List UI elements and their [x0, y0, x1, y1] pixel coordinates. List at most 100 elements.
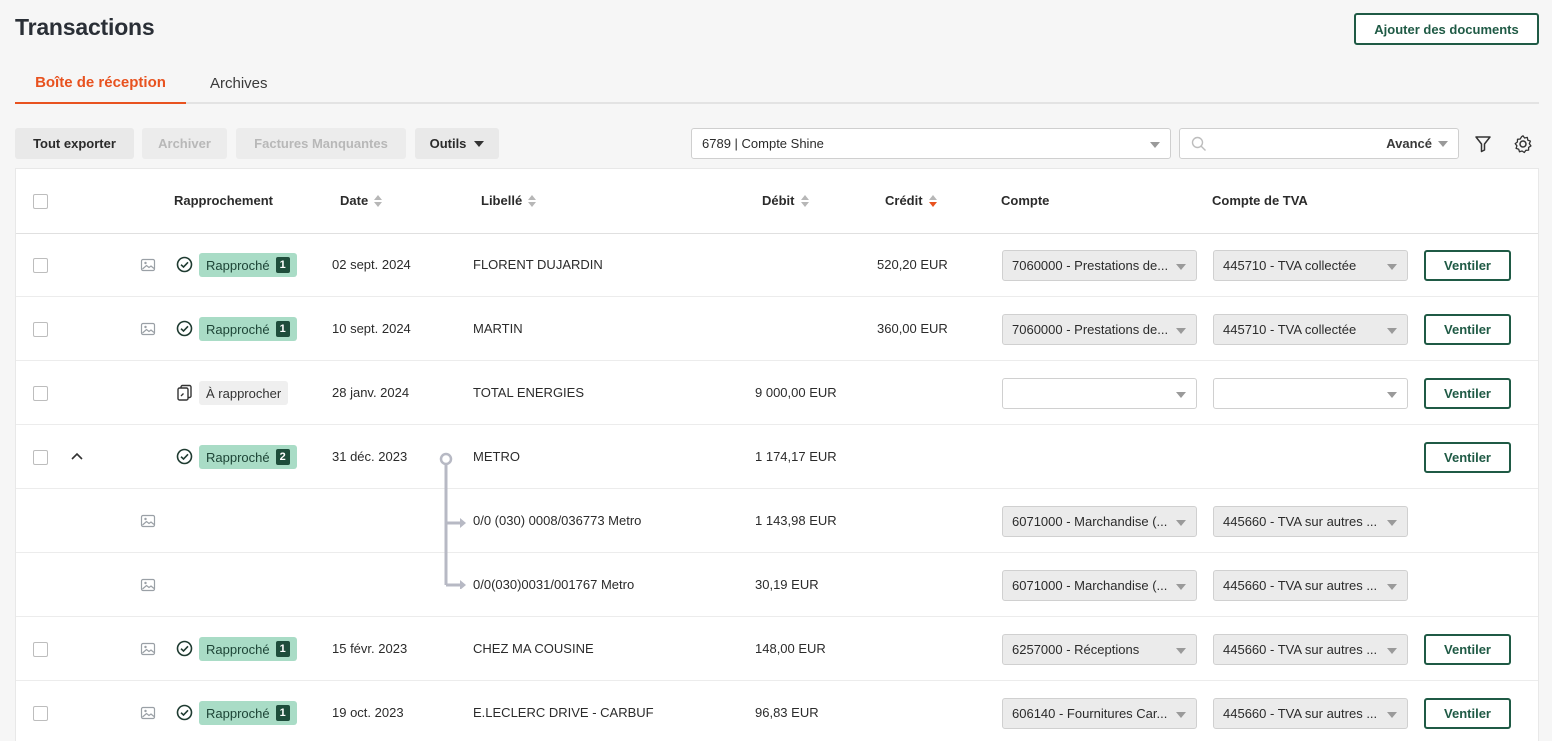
- image-icon[interactable]: [140, 321, 156, 337]
- account-value: 6257000 - Réceptions: [1012, 642, 1140, 657]
- date-cell: 02 sept. 2024: [332, 257, 411, 272]
- chevron-down-icon: [1176, 584, 1186, 590]
- status-badge[interactable]: À rapprocher: [199, 381, 289, 405]
- search-icon: [1191, 136, 1206, 151]
- ventiler-button[interactable]: Ventiler: [1424, 250, 1511, 281]
- label-cell: E.LECLERC DRIVE - CARBUF: [473, 705, 654, 720]
- add-documents-button[interactable]: Ajouter des documents: [1354, 13, 1539, 45]
- status-label: Rapproché: [206, 321, 270, 337]
- chevron-down-icon: [1150, 142, 1160, 148]
- debit-cell: 30,19 EUR: [755, 577, 819, 592]
- export-all-button[interactable]: Tout exporter: [15, 128, 134, 159]
- status-badge[interactable]: Rapproché 1: [199, 253, 297, 277]
- ventiler-button[interactable]: Ventiler: [1424, 378, 1511, 409]
- row-checkbox[interactable]: [33, 706, 48, 721]
- status-badge[interactable]: Rapproché 1: [199, 317, 297, 341]
- account-select[interactable]: 7060000 - Prestations de...: [1002, 314, 1197, 345]
- tools-dropdown[interactable]: Outils: [415, 128, 499, 159]
- account-value: 7060000 - Prestations de...: [1012, 322, 1169, 337]
- row-checkbox[interactable]: [33, 258, 48, 273]
- vat-account-value: 445710 - TVA collectée: [1223, 258, 1357, 273]
- filter-icon[interactable]: [1473, 134, 1493, 154]
- select-all-checkbox[interactable]: [33, 194, 48, 209]
- account-select[interactable]: 6789 | Compte Shine: [691, 128, 1171, 159]
- header-date[interactable]: Date: [340, 193, 383, 208]
- check-circle-icon: [176, 320, 193, 337]
- label-cell: 0/0(030)0031/001767 Metro: [473, 577, 635, 592]
- status-badge[interactable]: Rapproché 2: [199, 445, 297, 469]
- account-select[interactable]: 6071000 - Marchandise (...: [1002, 506, 1197, 537]
- row-checkbox[interactable]: [33, 642, 48, 657]
- search-input[interactable]: [1214, 129, 1374, 158]
- sub-row: 0/0(030)0031/001767 Metro 30,19 EUR 607100…: [16, 553, 1538, 617]
- tools-label: Outils: [429, 136, 467, 151]
- account-select[interactable]: 6257000 - Réceptions: [1002, 634, 1197, 665]
- vat-account-value: 445660 - TVA sur autres ...: [1223, 514, 1378, 529]
- tab-archives[interactable]: Archives: [210, 62, 268, 104]
- vat-account-select[interactable]: 445660 - TVA sur autres ...: [1213, 698, 1408, 729]
- header-date-label: Date: [340, 193, 369, 208]
- ventiler-button[interactable]: Ventiler: [1424, 698, 1511, 729]
- chevron-down-icon: [1176, 264, 1186, 270]
- ventiler-button[interactable]: Ventiler: [1424, 442, 1511, 473]
- tabs: Boîte de réception Archives: [15, 62, 1539, 104]
- image-icon[interactable]: [140, 577, 156, 593]
- image-icon[interactable]: [140, 705, 156, 721]
- vat-account-select[interactable]: 445660 - TVA sur autres ...: [1213, 634, 1408, 665]
- account-value: 6071000 - Marchandise (...: [1012, 578, 1168, 593]
- header-credit-label: Crédit: [885, 193, 923, 208]
- header-label[interactable]: Libellé: [481, 193, 537, 208]
- date-cell: 28 janv. 2024: [332, 385, 410, 400]
- row-checkbox[interactable]: [33, 322, 48, 337]
- debit-cell: 9 000,00 EUR: [755, 385, 837, 400]
- image-icon[interactable]: [140, 641, 156, 657]
- table-row: À rapprocher 28 janv. 2024 TOTAL ENERGIES 9…: [16, 361, 1538, 425]
- image-icon[interactable]: [140, 513, 156, 529]
- transactions-page: Transactions Ajouter des documents Boîte…: [0, 0, 1552, 741]
- status-label: À rapprocher: [206, 385, 282, 401]
- search-box: Avancé: [1179, 128, 1459, 159]
- document-count: 2: [275, 449, 290, 465]
- label-cell: MARTIN: [473, 321, 523, 336]
- sort-icon: [800, 194, 809, 207]
- ventiler-button[interactable]: Ventiler: [1424, 634, 1511, 665]
- account-select[interactable]: [1002, 378, 1197, 409]
- status-badge[interactable]: Rapproché 1: [199, 701, 297, 725]
- chevron-down-icon: [1387, 648, 1397, 654]
- vat-account-select[interactable]: 445710 - TVA collectée: [1213, 250, 1408, 281]
- header-debit[interactable]: Débit: [762, 193, 809, 208]
- check-circle-icon: [176, 448, 193, 465]
- transactions-table: Rapprochement Date Libellé Débit Crédit …: [15, 168, 1539, 741]
- date-cell: 19 oct. 2023: [332, 705, 404, 720]
- label-cell: TOTAL ENERGIES: [473, 385, 585, 400]
- status-badge[interactable]: Rapproché 1: [199, 637, 297, 661]
- account-select[interactable]: 7060000 - Prestations de...: [1002, 250, 1197, 281]
- chevron-down-icon: [1387, 328, 1397, 334]
- label-cell: CHEZ MA COUSINE: [473, 641, 594, 656]
- advanced-search-toggle[interactable]: Avancé: [1386, 136, 1448, 151]
- label-cell: FLORENT DUJARDIN: [473, 257, 603, 272]
- table-row: Rapproché 1 02 sept. 2024 FLORENT DUJARDIN 5…: [16, 233, 1538, 297]
- archive-button[interactable]: Archiver: [142, 128, 227, 159]
- vat-account-select[interactable]: 445660 - TVA sur autres ...: [1213, 570, 1408, 601]
- gear-icon[interactable]: [1513, 134, 1533, 154]
- debit-cell: 96,83 EUR: [755, 705, 819, 720]
- row-checkbox[interactable]: [33, 450, 48, 465]
- date-cell: 10 sept. 2024: [332, 321, 411, 336]
- account-select[interactable]: 6071000 - Marchandise (...: [1002, 570, 1197, 601]
- ventiler-button[interactable]: Ventiler: [1424, 314, 1511, 345]
- vat-account-select[interactable]: 445660 - TVA sur autres ...: [1213, 506, 1408, 537]
- header-reconciliation[interactable]: Rapprochement: [174, 193, 273, 208]
- account-select-value: 6789 | Compte Shine: [702, 136, 824, 151]
- chevron-up-icon[interactable]: [70, 449, 84, 463]
- row-checkbox[interactable]: [33, 386, 48, 401]
- account-select[interactable]: 606140 - Fournitures Car...: [1002, 698, 1197, 729]
- sort-desc-icon: [928, 194, 937, 207]
- advanced-label: Avancé: [1386, 136, 1432, 151]
- vat-account-select[interactable]: 445710 - TVA collectée: [1213, 314, 1408, 345]
- missing-invoices-button[interactable]: Factures Manquantes: [236, 128, 406, 159]
- header-credit[interactable]: Crédit: [885, 193, 937, 208]
- vat-account-select[interactable]: [1213, 378, 1408, 409]
- image-icon[interactable]: [140, 257, 156, 273]
- tab-inbox[interactable]: Boîte de réception: [15, 62, 186, 104]
